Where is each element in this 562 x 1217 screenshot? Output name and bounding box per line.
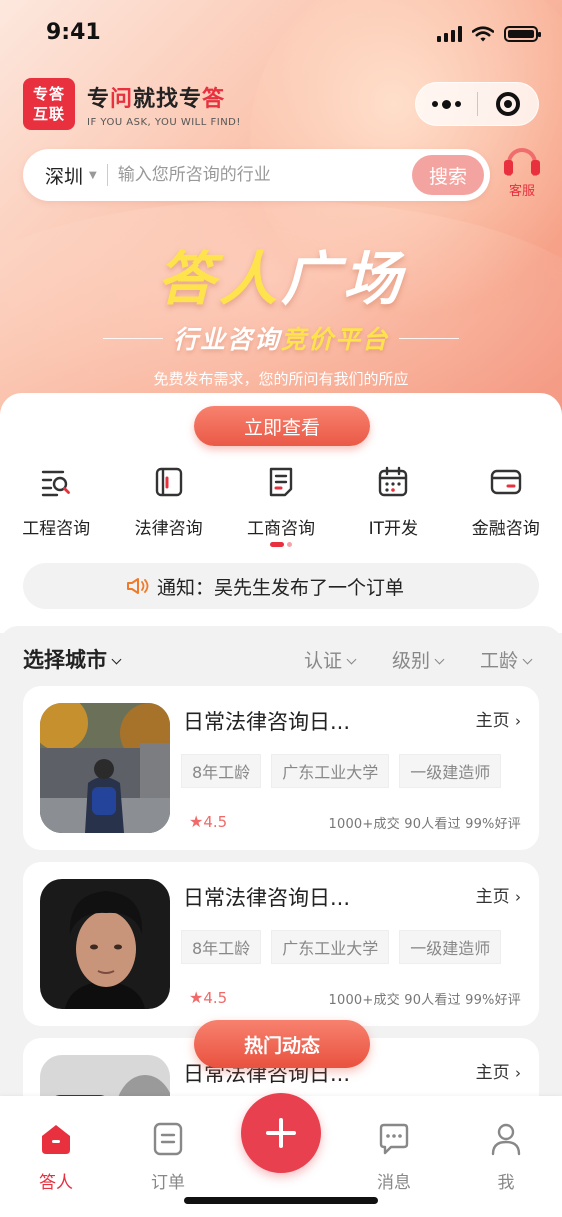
category-label: 金融咨询 [471,519,540,539]
search-bar: 深圳 ▼ 搜索 [23,149,490,201]
city-selector[interactable]: 深圳 [45,162,83,189]
brand-header: 专答 互联 专问就找专答 IF YOU ASK, YOU WILL FIND! [23,78,241,130]
chevron-down-icon [522,654,533,665]
tab-label: 订单 [151,1173,185,1193]
tab-label: 答人 [39,1173,73,1193]
view-now-button[interactable]: 立即查看 [194,406,370,446]
expert-rating: ★4.5 [189,812,228,831]
plus-icon [266,1118,296,1148]
chevron-down-icon [434,654,445,665]
category-label: IT开发 [368,519,419,539]
app-logo: 专答 互联 [23,78,75,130]
tab-orders[interactable]: 订单 [128,1122,208,1193]
filter-level[interactable]: 级别 [392,646,445,673]
banner-subtitle: 行业咨询竞价平台 [0,320,562,356]
signal-icon [437,26,462,42]
category-it[interactable]: IT开发 [337,466,449,539]
category-legal[interactable]: 法律咨询 [112,466,224,539]
slogan-english: IF YOU ASK, YOU WILL FIND! [87,116,241,128]
expert-tag: 8年工龄 [181,754,262,788]
miniprogram-capsule [415,82,539,126]
customer-service-button[interactable]: 客服 [500,148,544,199]
tab-messages[interactable]: 消息 [354,1122,434,1193]
service-label: 客服 [508,184,535,199]
notice-bar[interactable]: 通知：吴先生发布了一个订单 [23,563,539,609]
expert-card[interactable]: 日常法律咨询日... 主页 › 8年工龄 广东工业大学 一级建造师 ★4.5 1… [23,686,539,850]
tab-profile[interactable]: 我 [466,1122,546,1193]
expert-stats: 1000+成交 90人看过 99%好评 [328,993,521,1008]
publish-button[interactable] [241,1093,321,1173]
category-grid: 工程咨询 法律咨询 工商咨询 IT开发 金融咨询 [0,466,562,539]
home-link[interactable]: 主页 › [476,1058,521,1083]
calendar-icon [379,466,408,497]
logo-line-1: 专答 [32,85,65,103]
document-search-icon [41,470,71,497]
expert-tag: 一级建造师 [399,754,502,788]
slogan: 专问就找专答 [87,86,226,112]
user-icon [491,1123,521,1156]
status-bar: 9:41 [0,0,562,64]
search-input[interactable] [117,165,412,185]
filter-bar: 选择城市 认证 级别 工龄 [0,626,562,686]
expert-card[interactable]: 日常法律咨询日... 主页 › 8年工龄 广东工业大学 一级建造师 ★4.5 1… [23,862,539,1026]
expert-photo [40,703,170,833]
category-label: 法律咨询 [134,519,203,539]
page-indicator [270,542,292,547]
form-icon [269,467,293,497]
tab-label: 消息 [377,1173,411,1193]
expert-rating: ★4.5 [189,988,228,1007]
category-engineering[interactable]: 工程咨询 [0,466,112,539]
chevron-down-icon [346,654,357,665]
chevron-down-icon [111,654,122,665]
expert-tag: 广东工业大学 [271,930,390,964]
status-time: 9:41 [46,20,101,45]
expert-tag: 8年工龄 [181,930,262,964]
home-link[interactable]: 主页 › [476,882,521,907]
expert-name: 日常法律咨询日... [183,886,351,910]
expert-tag: 广东工业大学 [271,754,390,788]
star-icon: ★ [189,812,204,831]
category-label: 工商咨询 [246,519,315,539]
hot-news-button[interactable]: 热门动态 [194,1020,370,1068]
banner-title: 答人广场 [156,245,406,313]
category-business[interactable]: 工商咨询 [225,466,337,539]
close-miniprogram-icon[interactable] [477,92,538,116]
order-icon [153,1122,183,1156]
hero-banner [0,0,562,430]
expert-tag: 一级建造师 [399,930,502,964]
headset-icon [504,148,540,178]
filter-certification[interactable]: 认证 [304,646,357,673]
expert-name: 日常法律咨询日... [183,710,351,734]
wifi-icon [472,26,494,42]
speaker-icon [127,578,149,594]
expert-stats: 1000+成交 90人看过 99%好评 [328,817,521,832]
message-icon [379,1123,409,1155]
expert-photo [40,879,170,1009]
caret-down-icon[interactable]: ▼ [89,170,97,181]
city-filter[interactable]: 选择城市 [23,644,122,674]
notice-text: 通知：吴先生发布了一个订单 [157,576,405,599]
card-icon [490,469,521,495]
battery-icon [504,26,541,42]
category-finance[interactable]: 金融咨询 [450,466,562,539]
category-label: 工程咨询 [22,519,91,539]
home-link[interactable]: 主页 › [476,706,521,731]
search-button[interactable]: 搜索 [412,155,484,195]
logo-line-2: 互联 [32,105,65,123]
home-indicator [184,1197,378,1204]
more-options-icon[interactable] [416,99,477,109]
tab-home[interactable]: 答人 [16,1122,96,1193]
book-icon [155,467,182,497]
filter-experience[interactable]: 工龄 [480,646,533,673]
banner-description: 免费发布需求，您的所问有我们的所应 [153,370,409,388]
home-icon [42,1125,70,1154]
star-icon: ★ [189,988,204,1007]
tab-label: 我 [497,1173,515,1193]
